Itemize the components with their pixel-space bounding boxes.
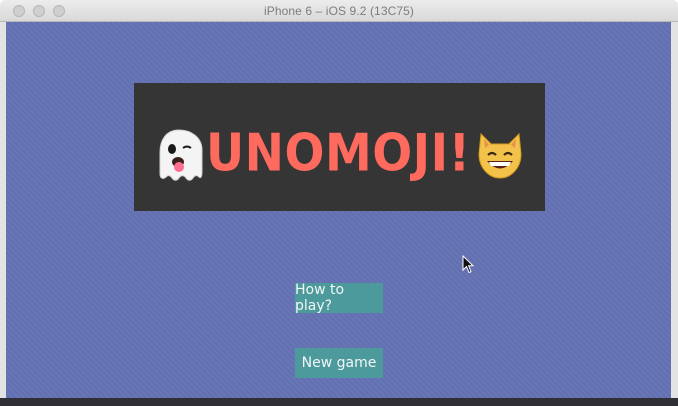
simulator-window: iPhone 6 – iOS 9.2 (13C75) UNOMOJI! How … [0, 0, 678, 406]
app-screen: UNOMOJI! How to play? New game [6, 22, 671, 398]
app-logo-text: UNOMOJI! [206, 123, 471, 184]
how-to-play-button[interactable]: How to play? [295, 282, 383, 314]
window-frame-bottom [0, 398, 678, 406]
ghost-icon [159, 129, 203, 181]
logo: UNOMOJI! [154, 123, 527, 184]
smiling-cat-icon [478, 132, 522, 179]
window-title: iPhone 6 – iOS 9.2 (13C75) [263, 4, 415, 18]
mouse-pointer-icon [462, 255, 474, 274]
new-game-button[interactable]: New game [295, 348, 383, 378]
window-titlebar: iPhone 6 – iOS 9.2 (13C75) [0, 0, 678, 22]
window-frame-right [671, 22, 678, 398]
logo-banner: UNOMOJI! [134, 83, 545, 211]
